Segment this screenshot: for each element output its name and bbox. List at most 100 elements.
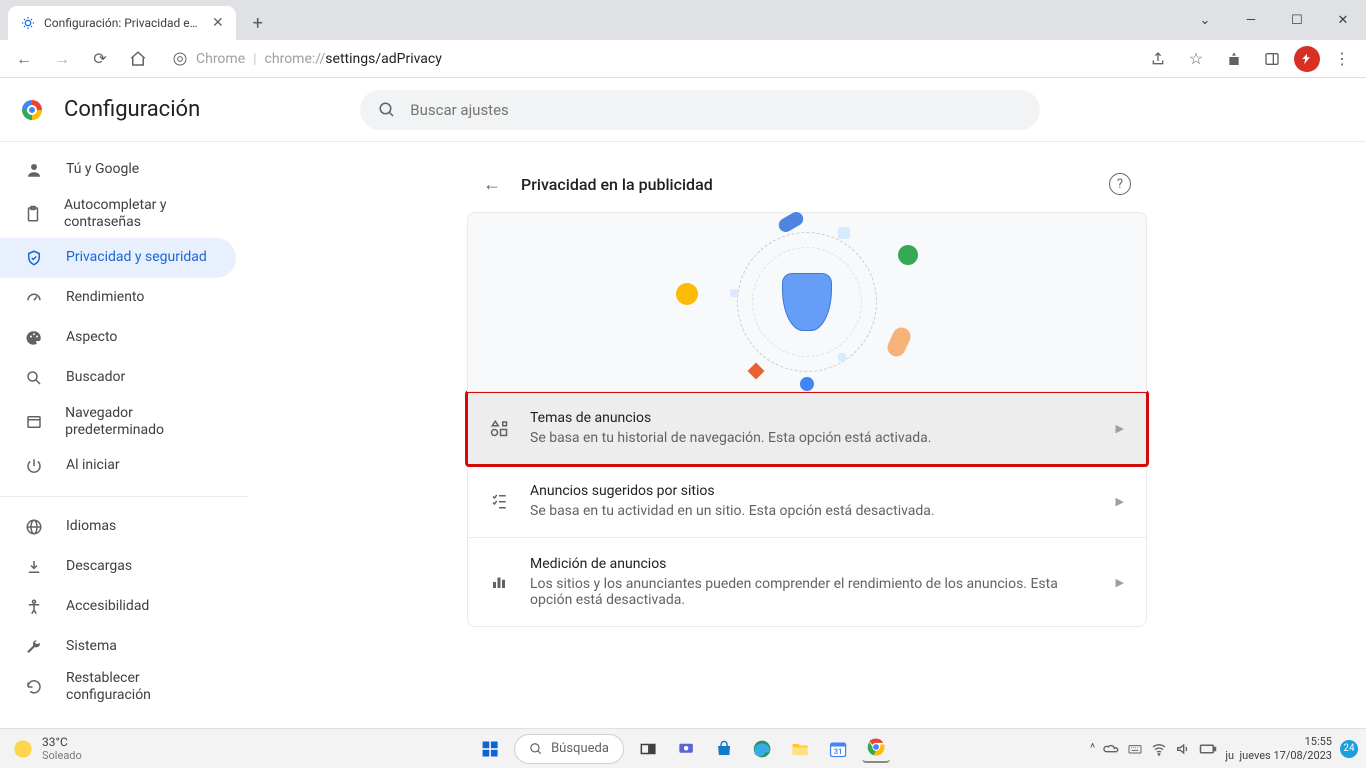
tray-notification-badge[interactable]: 24 (1340, 740, 1358, 758)
power-icon (24, 457, 44, 475)
weather-condition: Soleado (42, 749, 82, 762)
svg-text:31: 31 (834, 747, 843, 756)
page-title: Privacidad en la publicidad (521, 175, 1089, 194)
taskbar-weather[interactable]: 33°C Soleado (0, 735, 82, 762)
bookmark-star-icon[interactable]: ☆ (1180, 43, 1212, 75)
window-dropdown-icon[interactable]: ⌄ (1182, 0, 1228, 40)
nav-on-startup[interactable]: Al iniciar (0, 446, 236, 486)
taskbar-chrome-icon[interactable] (862, 735, 890, 763)
accessibility-icon (24, 598, 44, 616)
tray-volume-icon[interactable] (1175, 741, 1191, 757)
kebab-menu-icon[interactable]: ⋮ (1326, 43, 1358, 75)
taskbar-taskview-icon[interactable] (634, 735, 662, 763)
window-icon (24, 413, 43, 431)
settings-main: ← Privacidad en la publicidad ? (248, 142, 1366, 768)
window-minimize-icon[interactable]: — (1228, 0, 1274, 40)
search-icon (529, 742, 543, 756)
chevron-right-icon: ▶ (1116, 495, 1124, 508)
nav-system[interactable]: Sistema (0, 627, 236, 667)
nav-autofill[interactable]: Autocompletar y contraseñas (0, 190, 236, 238)
tray-wifi-icon[interactable] (1151, 741, 1167, 757)
palette-icon (24, 329, 44, 347)
tray-clock[interactable]: 15:55 ju jueves 17/08/2023 (1225, 735, 1332, 761)
site-chrome-icon (172, 51, 188, 67)
nav-search-engine[interactable]: Buscador (0, 358, 236, 398)
window-maximize-icon[interactable]: ☐ (1274, 0, 1320, 40)
nav-privacy-security[interactable]: Privacidad y seguridad (0, 238, 236, 278)
row-title: Medición de anuncios (530, 556, 1096, 572)
chevron-right-icon: ▶ (1116, 422, 1124, 435)
omnibox-proto: Chrome (196, 51, 245, 67)
settings-sidebar: Tú y Google Autocompletar y contraseñas … (0, 142, 248, 768)
nav-forward-button[interactable]: → (46, 43, 78, 75)
tray-onedrive-icon[interactable] (1103, 741, 1119, 757)
nav-languages[interactable]: Idiomas (0, 507, 236, 547)
person-icon (24, 161, 44, 179)
taskbar-explorer-icon[interactable] (786, 735, 814, 763)
tab-close-icon[interactable]: ✕ (212, 15, 224, 31)
tab-gear-icon (20, 15, 36, 31)
omnibox[interactable]: Chrome | chrome://settings/adPrivacy (160, 44, 1136, 74)
nav-reload-button[interactable]: ⟳ (84, 43, 116, 75)
checklist-icon (490, 492, 510, 510)
nav-home-button[interactable] (122, 43, 154, 75)
hero-shield-icon (782, 273, 832, 331)
nav-performance[interactable]: Rendimiento (0, 278, 236, 318)
nav-downloads[interactable]: Descargas (0, 547, 236, 587)
taskbar-calendar-icon[interactable]: 31 (824, 735, 852, 763)
speedometer-icon (24, 289, 44, 307)
taskbar-store-icon[interactable] (710, 735, 738, 763)
settings-search[interactable] (360, 90, 1040, 130)
tray-battery-icon[interactable] (1199, 742, 1217, 756)
tray-chevron-up-icon[interactable]: ^ (1090, 741, 1095, 756)
settings-search-input[interactable] (410, 101, 1022, 119)
window-controls: ⌄ — ☐ ✕ (1182, 0, 1366, 40)
row-subtitle: Se basa en tu actividad en un sitio. Est… (530, 503, 1096, 519)
globe-icon (24, 518, 44, 536)
extensions-icon[interactable] (1218, 43, 1250, 75)
row-title: Temas de anuncios (530, 410, 1096, 426)
page-header: ← Privacidad en la publicidad ? (467, 156, 1147, 212)
tray-keyboard-icon[interactable] (1127, 741, 1143, 757)
page-back-button[interactable]: ← (483, 174, 501, 195)
sidepanel-icon[interactable] (1256, 43, 1288, 75)
privacy-hero-illustration (467, 212, 1147, 392)
settings-title: Configuración (64, 97, 200, 122)
nav-appearance[interactable]: Aspecto (0, 318, 236, 358)
tab-title: Configuración: Privacidad en la p (44, 16, 204, 30)
browser-toolbar: ← → ⟳ Chrome | chrome://settings/adPriva… (0, 40, 1366, 78)
row-ad-measurement[interactable]: Medición de anuncios Los sitios y los an… (467, 538, 1147, 627)
clipboard-icon (24, 205, 42, 223)
omnibox-path: settings/adPrivacy (325, 51, 442, 67)
row-ad-topics[interactable]: Temas de anuncios Se basa en tu historia… (467, 392, 1147, 465)
row-subtitle: Los sitios y los anunciantes pueden comp… (530, 576, 1096, 608)
taskbar-start-icon[interactable] (476, 735, 504, 763)
chrome-logo-icon (22, 100, 42, 120)
weather-temp: 33°C (42, 735, 82, 749)
download-icon (24, 558, 44, 576)
profile-avatar[interactable] (1294, 46, 1320, 72)
nav-default-browser[interactable]: Navegador predeterminado (0, 398, 236, 446)
wrench-icon (24, 638, 44, 656)
reset-icon (24, 678, 44, 696)
taskbar-search[interactable]: Búsqueda (514, 734, 624, 764)
row-title: Anuncios sugeridos por sitios (530, 483, 1096, 499)
search-icon (378, 101, 396, 119)
share-icon[interactable] (1142, 43, 1174, 75)
window-close-icon[interactable]: ✕ (1320, 0, 1366, 40)
windows-taskbar: 33°C Soleado Búsqueda 31 ^ 15:55 ju juev… (0, 728, 1366, 768)
browser-tab[interactable]: Configuración: Privacidad en la p ✕ (8, 6, 236, 40)
nav-reset[interactable]: Restablecer configuración (0, 667, 236, 707)
shapes-icon (490, 419, 510, 437)
row-subtitle: Se basa en tu historial de navegación. E… (530, 430, 1096, 446)
taskbar-edge-icon[interactable] (748, 735, 776, 763)
nav-back-button[interactable]: ← (8, 43, 40, 75)
shield-icon (24, 249, 44, 267)
help-icon[interactable]: ? (1109, 173, 1131, 195)
settings-header: Configuración (0, 78, 1366, 142)
nav-accessibility[interactable]: Accesibilidad (0, 587, 236, 627)
taskbar-chat-icon[interactable] (672, 735, 700, 763)
new-tab-button[interactable]: + (244, 9, 272, 37)
row-site-suggested-ads[interactable]: Anuncios sugeridos por sitios Se basa en… (467, 465, 1147, 538)
nav-you-and-google[interactable]: Tú y Google (0, 150, 236, 190)
